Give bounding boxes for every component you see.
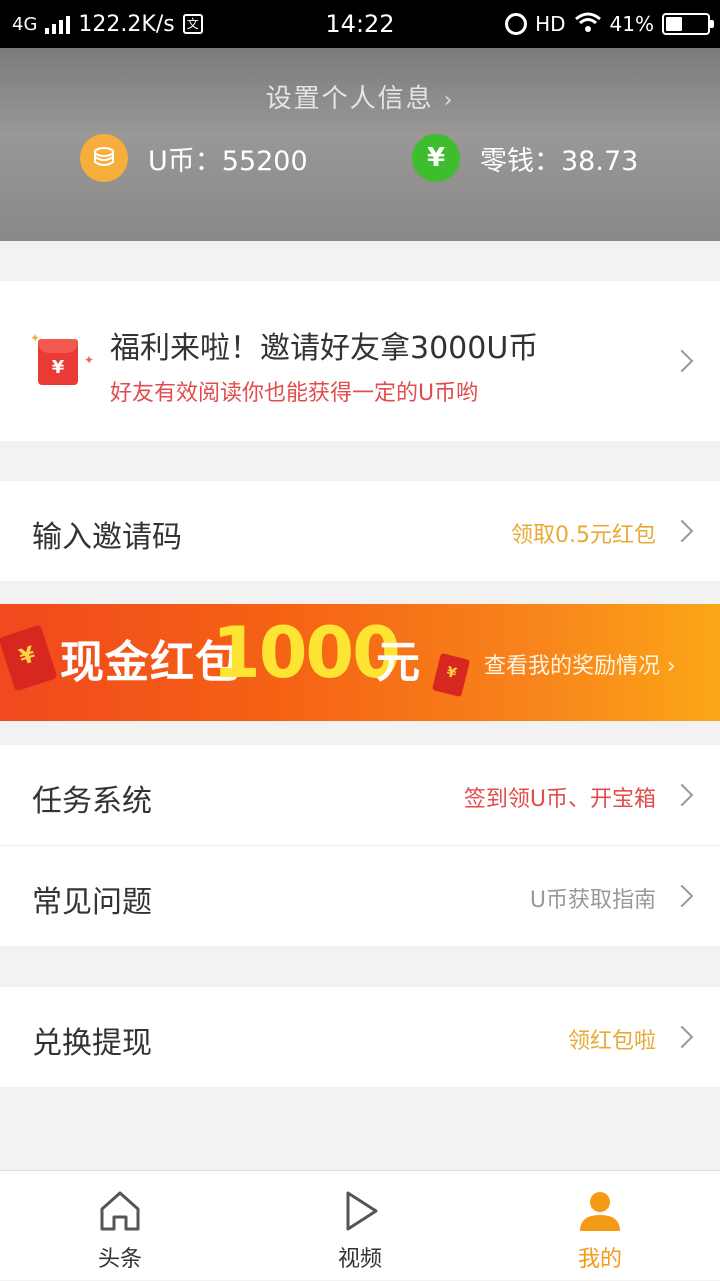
view-rewards-link: 查看我的奖励情况 › <box>484 654 676 679</box>
bottom-tab-bar: 头条 视频 我的 <box>0 1170 720 1280</box>
promo-title: 福利来啦！邀请好友拿3000U币 <box>110 331 539 366</box>
banner-amount: 1000 <box>212 612 401 694</box>
chevron-right-icon <box>670 783 694 807</box>
chevron-right-icon: › <box>443 88 455 113</box>
chevron-right-icon <box>670 884 694 908</box>
tab-mine[interactable]: 我的 <box>480 1171 720 1281</box>
faq-label: 常见问题 <box>32 885 152 920</box>
set-profile-label: 设置个人信息 <box>265 84 434 114</box>
home-icon <box>100 1191 140 1231</box>
tasks-label: 任务系统 <box>32 784 152 819</box>
tab-label: 视频 <box>337 1247 382 1272</box>
tab-label: 我的 <box>577 1247 622 1272</box>
profile-header: 设置个人信息 › U币：55200 ¥ 零钱：38.73 <box>0 48 720 241</box>
coins-icon <box>80 134 128 182</box>
tab-video[interactable]: 视频 <box>240 1171 480 1281</box>
faq-hint: U币获取指南 <box>529 888 656 913</box>
user-icon <box>580 1192 620 1231</box>
invite-code-label: 输入邀请码 <box>32 520 182 555</box>
red-envelope-icon: ¥ <box>431 652 471 698</box>
chevron-right-icon <box>670 349 694 373</box>
set-profile-link[interactable]: 设置个人信息 › <box>0 78 720 115</box>
withdraw-label: 兑换提现 <box>32 1026 152 1061</box>
play-icon <box>346 1191 378 1231</box>
tab-label: 头条 <box>97 1247 142 1272</box>
promo-subtitle: 好友有效阅读你也能获得一定的U币哟 <box>110 381 479 406</box>
cash-redpacket-banner[interactable]: ¥ 现金红包 1000 元 ¥ 查看我的奖励情况 › <box>0 604 720 721</box>
withdraw-hint: 领红包啦 <box>567 1029 656 1054</box>
coin-balance-value: U币：55200 <box>148 145 308 177</box>
tasks-row[interactable]: 任务系统 签到领U币、开宝箱 <box>0 745 720 845</box>
change-balance[interactable]: ¥ 零钱：38.73 <box>412 134 638 182</box>
red-envelope-icon: ¥ <box>38 339 78 385</box>
tab-headlines[interactable]: 头条 <box>0 1171 240 1281</box>
chevron-right-icon <box>670 1025 694 1049</box>
tasks-hint: 签到领U币、开宝箱 <box>463 787 656 812</box>
sparkle-icon: ✦ <box>84 353 95 367</box>
hd-indicator: HD <box>535 12 566 36</box>
battery-percent: 41% <box>609 12 654 36</box>
invite-code-row[interactable]: 输入邀请码 领取0.5元红包 <box>0 481 720 581</box>
chevron-right-icon <box>670 519 694 543</box>
yuan-icon: ¥ <box>412 134 460 182</box>
wifi-icon <box>574 11 602 38</box>
status-bar: 4G 122.2K/s 文 14:22 HD 41% <box>0 0 720 48</box>
coin-balance[interactable]: U币：55200 <box>80 134 308 182</box>
alarm-icon <box>505 13 528 35</box>
battery-icon <box>662 13 714 35</box>
faq-row[interactable]: 常见问题 U币获取指南 <box>0 846 720 946</box>
invite-promo-card[interactable]: ✦ ✦ ¥ 福利来啦！邀请好友拿3000U币 好友有效阅读你也能获得一定的U币哟 <box>0 281 720 441</box>
red-envelope-icon: ¥ <box>0 624 58 692</box>
withdraw-row[interactable]: 兑换提现 领红包啦 <box>0 987 720 1087</box>
change-balance-value: 零钱：38.73 <box>480 145 639 177</box>
banner-unit: 元 <box>376 637 420 688</box>
invite-code-hint: 领取0.5元红包 <box>511 523 656 548</box>
